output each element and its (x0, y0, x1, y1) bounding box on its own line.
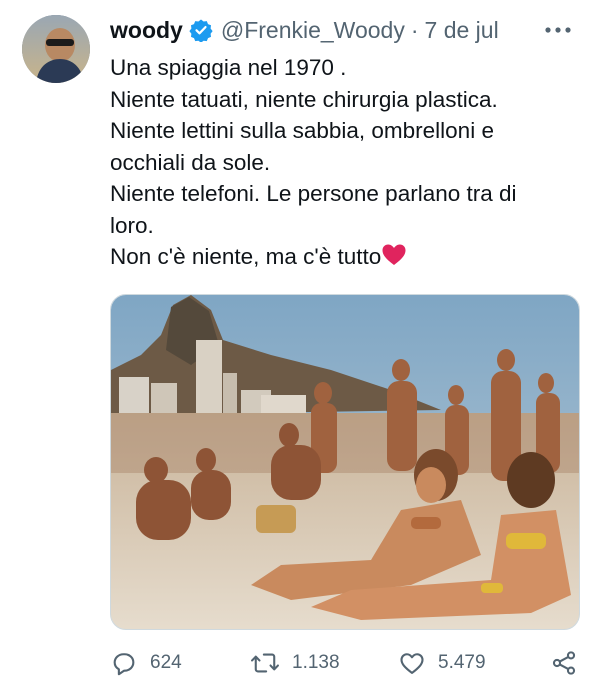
more-icon[interactable] (540, 16, 576, 44)
share-button[interactable] (550, 645, 590, 681)
action-bar: 624 1.138 5.479 (110, 645, 580, 685)
author-name[interactable]: woody (110, 17, 183, 44)
tweet-header: woody @Frenkie_Woody · 7 de jul (110, 14, 580, 46)
retweet-icon (251, 653, 279, 673)
avatar[interactable] (22, 15, 90, 83)
tweet-date[interactable]: 7 de jul (425, 17, 499, 44)
verified-badge-icon (189, 18, 213, 43)
tweet-text: Una spiaggia nel 1970 . Niente tatuati, … (110, 52, 580, 276)
share-icon (552, 651, 576, 675)
beach-photo-image (111, 295, 579, 629)
avatar-image (22, 15, 90, 83)
tweet-line: Niente tatuati, niente chirurgia plastic… (110, 86, 498, 112)
heart-emoji-icon (381, 243, 407, 276)
reply-button[interactable]: 624 (110, 645, 182, 681)
like-button[interactable]: 5.479 (398, 645, 486, 681)
reply-count: 624 (150, 652, 182, 673)
tweet-media-photo[interactable] (110, 294, 580, 630)
separator-dot: · (410, 16, 419, 43)
like-count: 5.479 (438, 652, 486, 673)
author-handle[interactable]: @Frenkie_Woody (221, 17, 405, 44)
tweet-line: Niente lettini sulla sabbia, ombrelloni … (110, 118, 494, 143)
tweet-line: Niente telefoni. Le persone parlano tra … (110, 181, 517, 206)
tweet-line: loro. (110, 212, 154, 238)
tweet-line-last: Non c'è niente, ma c'è tutto (110, 241, 580, 276)
tweet-line: occhiali da sole. (110, 149, 271, 175)
retweet-button[interactable]: 1.138 (250, 645, 340, 681)
reply-icon (113, 653, 135, 676)
like-icon (400, 653, 424, 674)
retweet-count: 1.138 (292, 652, 340, 673)
tweet-line: Una spiaggia nel 1970 . (110, 55, 347, 80)
tweet-line: Non c'è niente, ma c'è tutto (110, 244, 382, 269)
